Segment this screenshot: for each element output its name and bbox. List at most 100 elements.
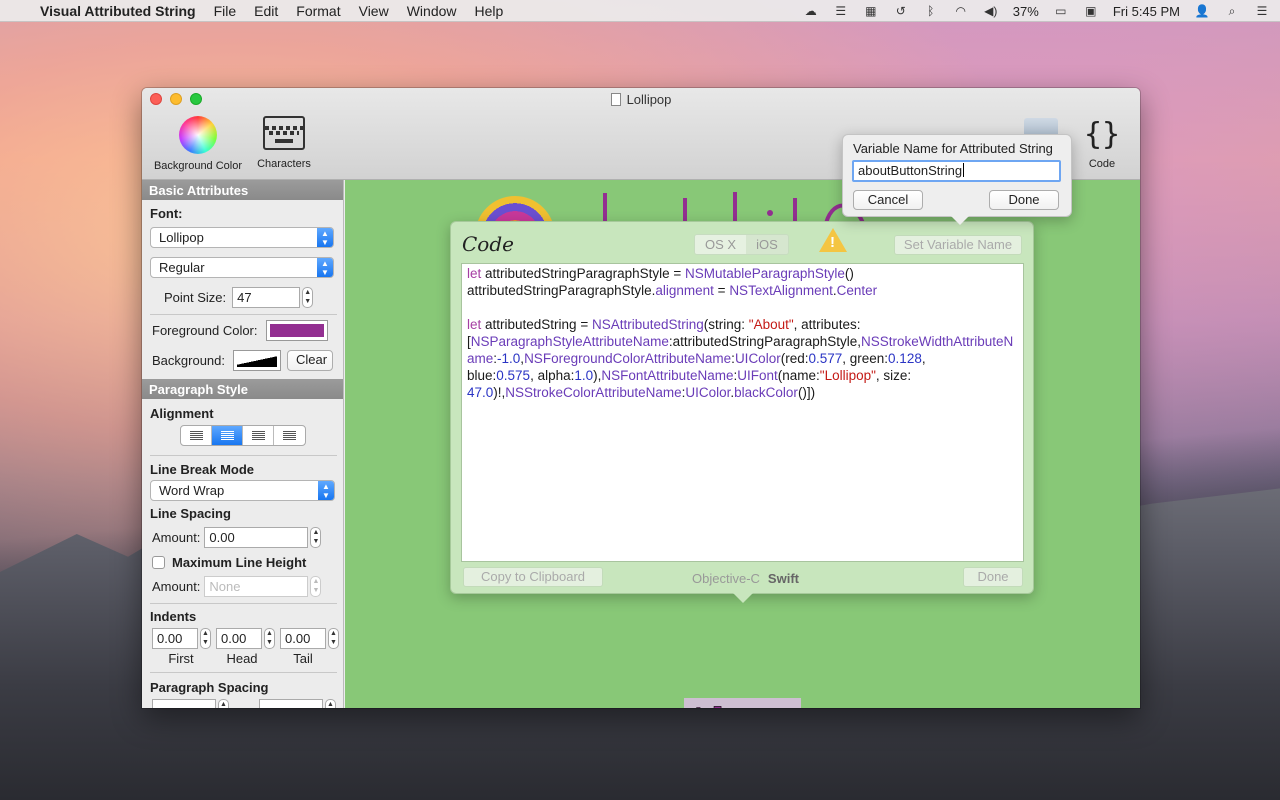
braces-icon: {}: [1083, 117, 1121, 152]
code-tool[interactable]: {} Code: [1082, 116, 1122, 170]
platform-segmented-control: OS X iOS: [694, 234, 789, 255]
characters-tool[interactable]: Characters: [252, 116, 316, 170]
divider: [150, 672, 337, 673]
menu-format[interactable]: Format: [296, 3, 340, 19]
variable-name-popover: Variable Name for Attributed String abou…: [842, 134, 1072, 225]
cancel-button[interactable]: Cancel: [853, 190, 923, 210]
indents-label: Indents: [150, 609, 197, 624]
variable-name-input[interactable]: aboutButtonString: [852, 160, 1061, 182]
calendar-icon[interactable]: ▣: [1083, 4, 1099, 18]
max-line-height-checkbox[interactable]: [152, 556, 165, 569]
code-text-area[interactable]: let attributedStringParagraphStyle = NSM…: [461, 263, 1024, 562]
font-label: Font:: [150, 206, 183, 221]
done-button[interactable]: Done: [989, 190, 1059, 210]
menu-bar: Visual Attributed String File Edit Forma…: [0, 0, 1280, 22]
battery-icon[interactable]: ▭: [1053, 4, 1069, 18]
code-popover-title: Code: [462, 232, 514, 256]
code-done-button[interactable]: Done: [963, 567, 1023, 587]
indent-head-field[interactable]: 0.00: [216, 628, 262, 649]
ios-segment[interactable]: iOS: [746, 235, 788, 254]
max-line-height-stepper[interactable]: ▲ ▼: [310, 576, 322, 597]
objective-c-option[interactable]: Objective-C: [692, 571, 760, 586]
color-wheel-icon: [179, 116, 217, 154]
indent-tail-field[interactable]: 0.00: [280, 628, 326, 649]
code-label: Code: [1088, 158, 1116, 170]
copy-to-clipboard-button[interactable]: Copy to Clipboard: [463, 567, 603, 587]
max-line-height-amount-field[interactable]: None: [204, 576, 309, 597]
divider: [150, 455, 337, 456]
document-icon: [610, 93, 621, 106]
warning-icon[interactable]: !: [819, 228, 847, 252]
swift-option[interactable]: Swift: [768, 571, 799, 586]
foreground-color-swatch: [269, 324, 324, 337]
os-x-segment[interactable]: OS X: [695, 235, 747, 254]
bluetooth-icon[interactable]: ᛒ: [923, 4, 939, 18]
time-machine-icon[interactable]: ↺: [893, 4, 909, 18]
popover-pointer: [951, 216, 969, 225]
ghost-icon[interactable]: ☁: [803, 4, 819, 18]
point-size-label: Point Size:: [164, 290, 227, 305]
background-color-well[interactable]: [233, 350, 281, 371]
clock[interactable]: Fri 5:45 PM: [1113, 4, 1180, 19]
chevron-updown-icon: ▲ ▼: [317, 228, 333, 247]
menu-window[interactable]: Window: [407, 3, 457, 19]
characters-label: Characters: [257, 158, 311, 170]
line-break-mode-popup[interactable]: Word Wrap ▲ ▼: [150, 480, 335, 501]
menu-edit[interactable]: Edit: [254, 3, 278, 19]
paragraph-spacing-label: Paragraph Spacing: [150, 680, 269, 695]
foreground-color-well[interactable]: [265, 320, 328, 341]
wifi-icon[interactable]: ◠: [953, 4, 969, 18]
divider: [150, 314, 337, 315]
chevron-updown-icon: ▲ ▼: [318, 481, 334, 500]
menu-view[interactable]: View: [359, 3, 389, 19]
align-justify-icon: [283, 431, 296, 440]
paragraph-spacing-after-stepper[interactable]: ▲▼: [325, 699, 336, 708]
clear-button[interactable]: Clear: [287, 350, 333, 371]
spotlight-search-icon[interactable]: ⌕: [1224, 4, 1240, 18]
indent-first-field[interactable]: 0.00: [152, 628, 198, 649]
point-size-field[interactable]: 47: [232, 287, 301, 308]
menu-help[interactable]: Help: [475, 3, 504, 19]
foreground-color-label: Foreground Color:: [152, 323, 258, 338]
line-spacing-label: Line Spacing: [150, 506, 231, 521]
line-spacing-amount-label: Amount:: [152, 530, 201, 545]
indent-tail-stepper[interactable]: ▲ ▼: [328, 628, 339, 649]
align-right-icon: [251, 431, 265, 440]
font-family-popup[interactable]: Lollipop ▲ ▼: [150, 227, 334, 248]
paragraph-spacing-before-field[interactable]: [152, 699, 216, 708]
align-right-button[interactable]: [243, 426, 274, 445]
max-line-height-amount-label: Amount:: [152, 579, 201, 594]
variable-name-title: Variable Name for Attributed String: [853, 141, 1053, 156]
keyboard-tray-icon[interactable]: ▦: [863, 4, 879, 18]
indent-tail-label: Tail: [293, 651, 313, 666]
notification-center-icon[interactable]: ☰: [1254, 4, 1270, 18]
font-style-popup[interactable]: Regular ▲ ▼: [150, 257, 334, 278]
set-variable-name-button[interactable]: Set Variable Name: [894, 235, 1022, 255]
chevron-updown-icon: ▲ ▼: [317, 258, 333, 277]
line-break-mode-label: Line Break Mode: [150, 462, 255, 477]
divider: [150, 603, 337, 604]
inspector-sidebar: Basic Attributes Font: Lollipop ▲ ▼ Regul…: [142, 180, 344, 708]
background-color-tool[interactable]: Background Color: [148, 116, 248, 172]
max-line-height-label: Maximum Line Height: [172, 555, 307, 570]
user-icon[interactable]: 👤: [1194, 4, 1210, 18]
indent-first-label: First: [168, 651, 194, 666]
battery-percent: 37%: [1012, 3, 1039, 19]
app-menu[interactable]: Visual Attributed String: [40, 3, 196, 19]
paragraph-spacing-before-stepper[interactable]: ▲▼: [218, 699, 229, 708]
menu-file[interactable]: File: [214, 3, 237, 19]
sample-text-preview[interactable]: About: [684, 698, 805, 708]
indent-first-stepper[interactable]: ▲ ▼: [200, 628, 211, 649]
popover-pointer: [733, 593, 753, 603]
align-left-icon: [189, 431, 203, 440]
volume-icon[interactable]: ◀): [983, 4, 999, 18]
align-center-button[interactable]: [212, 426, 243, 445]
paragraph-spacing-after-field[interactable]: [259, 699, 323, 708]
line-spacing-amount-field[interactable]: 0.00: [204, 527, 309, 548]
list-icon[interactable]: ☰: [833, 4, 849, 18]
indent-head-stepper[interactable]: ▲ ▼: [264, 628, 275, 649]
align-justify-button[interactable]: [274, 426, 305, 445]
align-left-button[interactable]: [181, 426, 212, 445]
line-spacing-stepper[interactable]: ▲ ▼: [310, 527, 322, 548]
point-size-stepper[interactable]: ▲ ▼: [302, 287, 314, 308]
